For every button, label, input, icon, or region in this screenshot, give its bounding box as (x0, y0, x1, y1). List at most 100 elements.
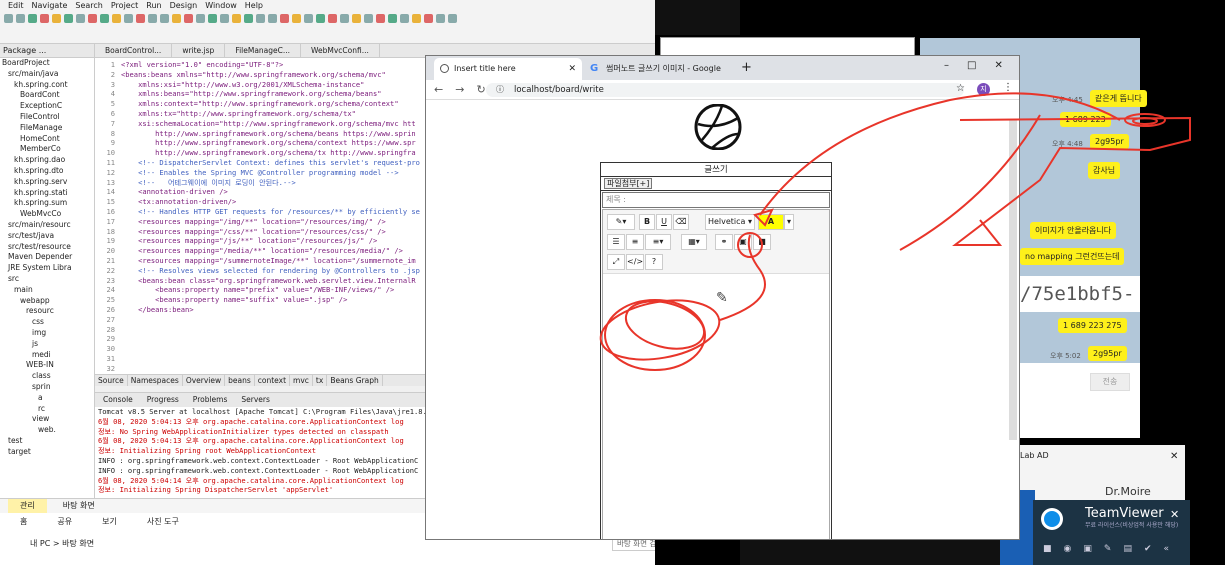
xml-tab[interactable]: beans (225, 375, 255, 386)
link-icon[interactable]: ⚭ (715, 234, 733, 250)
fullscreen-icon[interactable]: ⤢ (607, 254, 625, 270)
tree-item[interactable]: kh.spring.sum (0, 198, 94, 209)
tree-item[interactable]: src/main/java (0, 69, 94, 80)
toolbar-button-icon[interactable] (100, 14, 109, 23)
color-dropdown-icon[interactable]: ▾ (784, 214, 794, 230)
new-tab-button[interactable]: + (741, 60, 752, 75)
code-line[interactable]: <beans:property name="suffix" value=".js… (121, 295, 420, 305)
chat-input[interactable]: 전송 (1020, 363, 1140, 438)
xml-tab[interactable]: Overview (183, 375, 226, 386)
tree-item[interactable]: kh.spring.dto (0, 166, 94, 177)
xml-tab[interactable]: mvc (290, 375, 313, 386)
menu-item[interactable]: Window (205, 0, 237, 12)
editor-tab[interactable]: BoardControl... (95, 44, 173, 57)
tree-item[interactable]: HomeCont (0, 134, 94, 145)
tree-item[interactable]: sprin (0, 382, 94, 393)
toolbar-button-icon[interactable] (244, 14, 253, 23)
tree-item[interactable]: target (0, 447, 94, 458)
toolbar-button-icon[interactable] (208, 14, 217, 23)
tab-active[interactable]: Insert title here ✕ (434, 58, 582, 80)
toolbar-button-icon[interactable] (28, 14, 37, 23)
toolbar-button-icon[interactable] (364, 14, 373, 23)
toolbar-button-icon[interactable] (412, 14, 421, 23)
tree-item[interactable]: kh.spring.dao (0, 155, 94, 166)
toolbar-icons[interactable] (4, 14, 457, 23)
tree-item[interactable]: WebMvcCo (0, 209, 94, 220)
code-line[interactable]: <tx:annotation-driven/> (121, 197, 420, 207)
toolbar-button-icon[interactable] (292, 14, 301, 23)
tree-item[interactable]: src/test/resource (0, 242, 94, 253)
tree-item[interactable]: src/test/java (0, 231, 94, 242)
code-line[interactable]: </beans:bean> (121, 305, 420, 315)
editor-tab[interactable]: FileManageC... (225, 44, 302, 57)
code-line[interactable]: http://www.springframework.org/schema/tx… (121, 148, 420, 158)
tree-item[interactable]: js (0, 339, 94, 350)
title-input[interactable]: 제목 : (602, 192, 830, 208)
console-tab[interactable]: Servers (241, 393, 270, 407)
tree-item[interactable]: test (0, 436, 94, 447)
ribbon-item[interactable]: 홈 (20, 513, 27, 531)
editor-tab[interactable]: WebMvcConfi... (301, 44, 380, 57)
xml-tab[interactable]: tx (313, 375, 328, 386)
align-icon[interactable]: ≡▾ (645, 234, 671, 250)
toolbar-button-icon[interactable] (124, 14, 133, 23)
console-tab[interactable]: Console (103, 393, 133, 407)
tree-item[interactable]: view (0, 414, 94, 425)
code-line[interactable]: <!-- Enables the Spring MVC @Controller … (121, 168, 420, 178)
console-tab[interactable]: Progress (147, 393, 179, 407)
tree-item[interactable]: MemberCo (0, 144, 94, 155)
toolbar-button-icon[interactable] (64, 14, 73, 23)
tree-item[interactable]: src/main/resourc (0, 220, 94, 231)
tree-item[interactable]: css (0, 317, 94, 328)
toolbar-button-icon[interactable] (220, 14, 229, 23)
code-line[interactable]: xmlns:xsi="http://www.w3.org/2001/XMLSch… (121, 80, 420, 90)
tree-item[interactable]: kh.spring.stati (0, 188, 94, 199)
tree-item[interactable]: medi (0, 350, 94, 361)
tree-item[interactable]: Maven Depender (0, 252, 94, 263)
code-line[interactable]: xsi:schemaLocation="http://www.springfra… (121, 119, 420, 129)
ribbon-item[interactable]: 공유 (57, 513, 72, 531)
toolbar-button-icon[interactable] (352, 14, 361, 23)
ribbon-tab[interactable]: 관리 (8, 499, 47, 513)
tree-item[interactable]: BoardProject (0, 58, 94, 69)
code-line[interactable]: <!-- Resolves views selected for renderi… (121, 266, 420, 276)
code-line[interactable]: xmlns:tx="http://www.springframework.org… (121, 109, 420, 119)
tree-item[interactable]: kh.spring.serv (0, 177, 94, 188)
menu-icon[interactable]: ⋮ (1003, 82, 1013, 93)
code-text[interactable]: <?xml version="1.0" encoding="UTF-8"?> <b… (121, 60, 420, 315)
code-line[interactable]: http://www.springframework.org/schema/co… (121, 138, 420, 148)
toolbar-button-icon[interactable] (304, 14, 313, 23)
toolbar-button-icon[interactable] (172, 14, 181, 23)
tree-item[interactable]: webapp (0, 296, 94, 307)
menu-item[interactable]: Run (146, 0, 161, 12)
code-line[interactable]: xmlns:beans="http://www.springframework.… (121, 89, 420, 99)
codeview-icon[interactable]: </> (626, 254, 644, 270)
project-tree[interactable]: BoardProject src/main/java kh.spring.cont B… (0, 58, 94, 457)
tree-item[interactable]: JRE System Libra (0, 263, 94, 274)
menu-item[interactable]: Design (170, 0, 198, 12)
toolbar-button-icon[interactable] (76, 14, 85, 23)
tree-item[interactable]: WEB-IN (0, 360, 94, 371)
picture-icon[interactable]: ▣ (734, 234, 752, 250)
code-line[interactable]: <resources mapping="/js/**" location="/r… (121, 236, 420, 246)
magic-icon[interactable]: ✎▾ (607, 214, 635, 230)
tree-item[interactable]: FileControl (0, 112, 94, 123)
editor-tab[interactable]: write.jsp (172, 44, 226, 57)
ribbon-tab[interactable]: 바탕 화면 (51, 499, 107, 513)
tree-item[interactable]: class (0, 371, 94, 382)
table-icon[interactable]: ▦▾ (681, 234, 707, 250)
code-line[interactable]: <beans:bean class="org.springframework.w… (121, 276, 420, 286)
tree-item[interactable]: web. (0, 425, 94, 436)
tree-item[interactable]: a (0, 393, 94, 404)
toolbar-button-icon[interactable] (4, 14, 13, 23)
toolbar-button-icon[interactable] (40, 14, 49, 23)
tree-item[interactable]: FileManage (0, 123, 94, 134)
tree-item[interactable]: kh.spring.cont (0, 80, 94, 91)
code-line[interactable]: <resources mapping="/img/**" location="/… (121, 217, 420, 227)
xml-tab[interactable]: Namespaces (128, 375, 183, 386)
help-icon[interactable]: ? (645, 254, 663, 270)
code-line[interactable]: http://www.springframework.org/schema/be… (121, 129, 420, 139)
toolbar-button-icon[interactable] (424, 14, 433, 23)
toolbar-button-icon[interactable] (148, 14, 157, 23)
tree-item[interactable]: rc (0, 404, 94, 415)
